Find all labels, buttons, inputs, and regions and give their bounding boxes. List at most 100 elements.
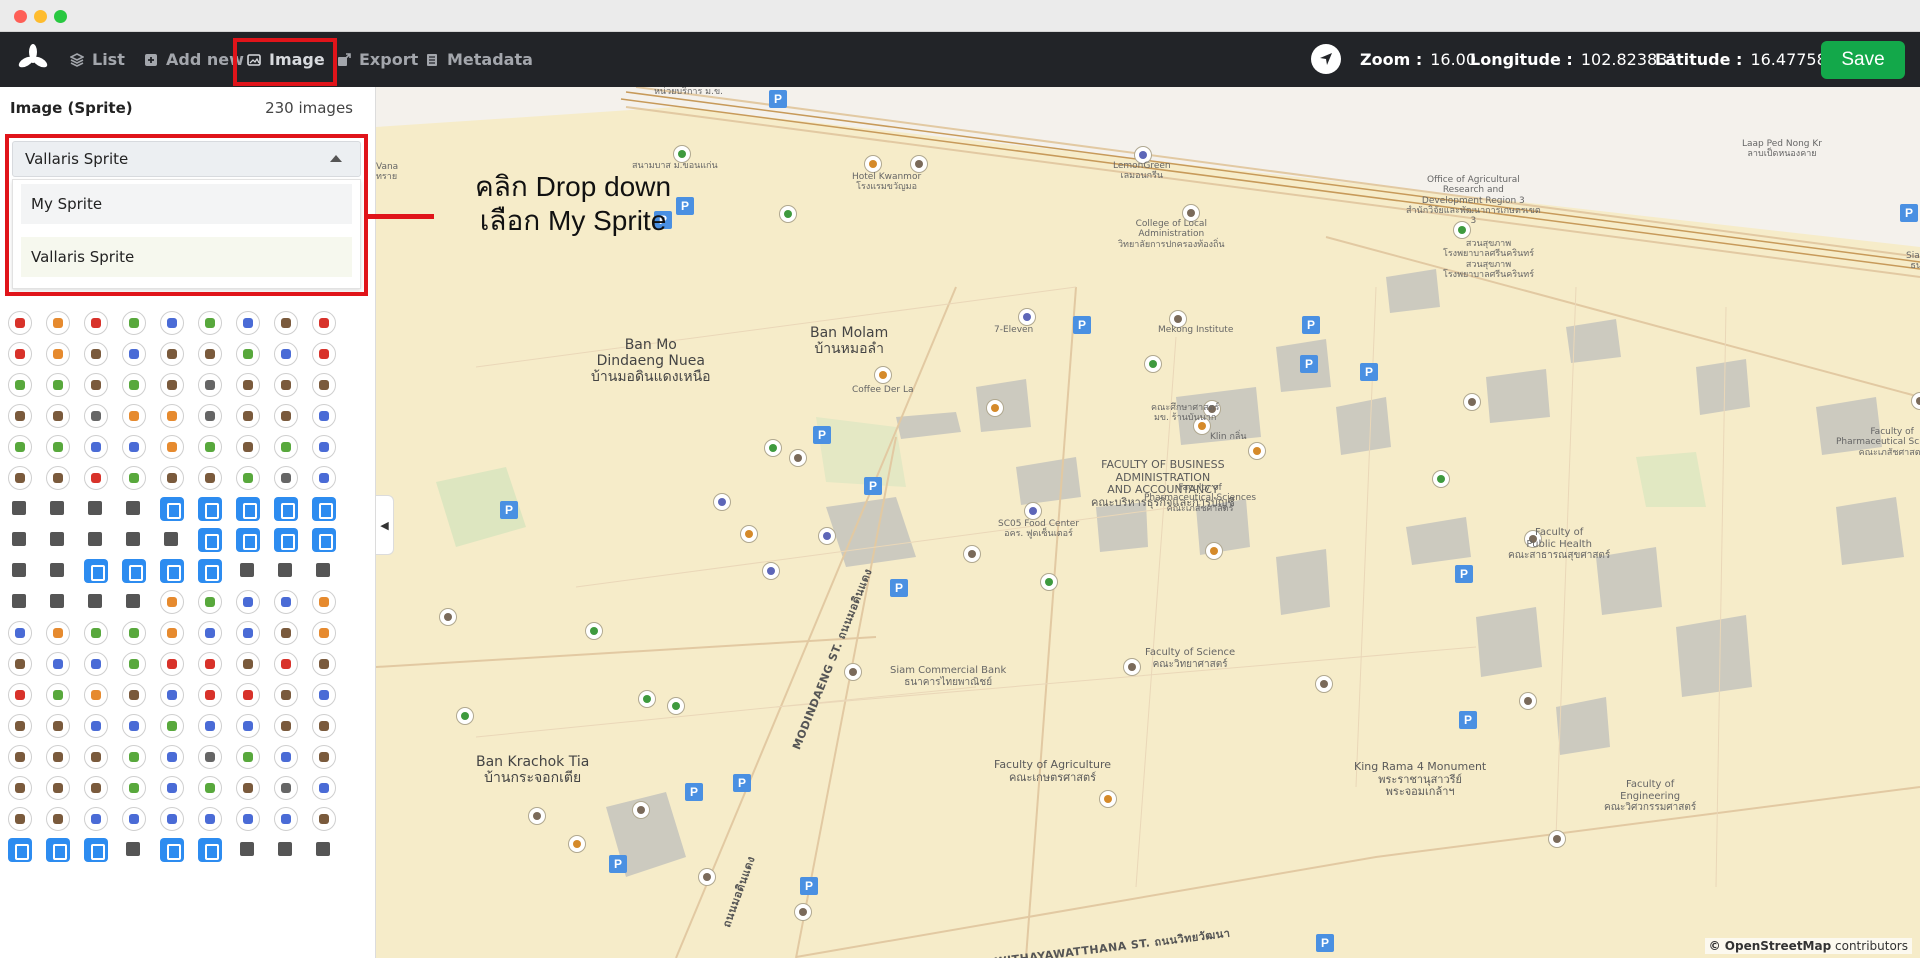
- sprite-icon[interactable]: [122, 404, 146, 428]
- parking-marker[interactable]: P: [813, 426, 831, 444]
- sprite-icon[interactable]: [84, 342, 108, 366]
- sprite-icon[interactable]: [198, 745, 222, 769]
- sprite-icon[interactable]: [160, 590, 184, 614]
- collapse-sidebar-button[interactable]: ◀: [376, 495, 394, 555]
- sprite-icon[interactable]: [236, 466, 260, 490]
- sprite-icon[interactable]: [236, 652, 260, 676]
- parking-marker[interactable]: P: [864, 477, 882, 495]
- sprite-icon[interactable]: [84, 652, 108, 676]
- sprite-icon[interactable]: [312, 528, 336, 552]
- restaurant-poi-icon[interactable]: [1099, 790, 1117, 808]
- sprite-icon[interactable]: [274, 621, 298, 645]
- sprite-icon[interactable]: [198, 776, 222, 800]
- sprite-icon[interactable]: [236, 776, 260, 800]
- sprite-icon[interactable]: [274, 745, 298, 769]
- sprite-icon[interactable]: [236, 404, 260, 428]
- sprite-icon[interactable]: [160, 528, 184, 552]
- park-poi-icon[interactable]: [1040, 573, 1058, 591]
- toolbar-metadata-button[interactable]: Metadata: [425, 32, 533, 87]
- sprite-icon[interactable]: [8, 807, 32, 831]
- sprite-icon[interactable]: [198, 435, 222, 459]
- parking-marker[interactable]: P: [769, 90, 787, 108]
- sprite-icon[interactable]: [198, 621, 222, 645]
- school-poi-icon[interactable]: [1463, 393, 1481, 411]
- sprite-icon[interactable]: [8, 652, 32, 676]
- sprite-icon[interactable]: [274, 807, 298, 831]
- sprite-icon[interactable]: [236, 590, 260, 614]
- sprite-icon[interactable]: [312, 559, 336, 583]
- sprite-icon[interactable]: [84, 590, 108, 614]
- sprite-icon[interactable]: [312, 683, 336, 707]
- parking-marker[interactable]: P: [685, 783, 703, 801]
- school-poi-icon[interactable]: [1315, 675, 1333, 693]
- poi-icon[interactable]: [1548, 830, 1566, 848]
- cafe-poi-icon[interactable]: [874, 366, 892, 384]
- sprite-icon[interactable]: [46, 559, 70, 583]
- save-button[interactable]: Save: [1821, 41, 1905, 79]
- sprite-icon[interactable]: [160, 559, 184, 583]
- sprite-icon[interactable]: [198, 590, 222, 614]
- poi-icon[interactable]: [439, 608, 457, 626]
- sprite-icon[interactable]: [274, 590, 298, 614]
- sprite-icon[interactable]: [46, 621, 70, 645]
- sprite-icon[interactable]: [84, 466, 108, 490]
- sprite-icon[interactable]: [122, 807, 146, 831]
- sprite-icon[interactable]: [46, 745, 70, 769]
- sprite-icon[interactable]: [84, 373, 108, 397]
- sprite-icon[interactable]: [198, 714, 222, 738]
- sprite-icon[interactable]: [160, 683, 184, 707]
- poi-icon[interactable]: [1519, 692, 1537, 710]
- sprite-icon[interactable]: [236, 559, 260, 583]
- sprite-icon[interactable]: [312, 466, 336, 490]
- sprite-icon[interactable]: [84, 435, 108, 459]
- restaurant-poi-icon[interactable]: [568, 835, 586, 853]
- sprite-icon[interactable]: [8, 342, 32, 366]
- poi-icon[interactable]: [528, 807, 546, 825]
- sprite-icon[interactable]: [122, 745, 146, 769]
- poi-icon[interactable]: [698, 868, 716, 886]
- sprite-icon[interactable]: [198, 466, 222, 490]
- sprite-icon[interactable]: [84, 714, 108, 738]
- parking-marker[interactable]: P: [1900, 204, 1918, 222]
- sprite-icon[interactable]: [312, 621, 336, 645]
- parking-marker[interactable]: P: [1316, 934, 1334, 952]
- parking-marker[interactable]: P: [609, 855, 627, 873]
- restaurant-poi-icon[interactable]: [986, 399, 1004, 417]
- sprite-icon[interactable]: [84, 311, 108, 335]
- sprite-icon[interactable]: [84, 807, 108, 831]
- sprite-icon[interactable]: [84, 776, 108, 800]
- sprite-icon[interactable]: [312, 838, 336, 862]
- sprite-icon[interactable]: [8, 466, 32, 490]
- parking-marker[interactable]: P: [800, 877, 818, 895]
- shop-poi-icon[interactable]: [1024, 502, 1042, 520]
- app-logo-icon[interactable]: [18, 44, 48, 74]
- sprite-icon[interactable]: [122, 311, 146, 335]
- locate-me-button[interactable]: [1311, 44, 1341, 74]
- sprite-icon[interactable]: [122, 652, 146, 676]
- minimize-window-button[interactable]: [34, 10, 47, 23]
- park-poi-icon[interactable]: [1432, 470, 1450, 488]
- sprite-icon[interactable]: [198, 342, 222, 366]
- parking-marker[interactable]: P: [1360, 363, 1378, 381]
- parking-marker[interactable]: P: [733, 774, 751, 792]
- sprite-icon[interactable]: [160, 311, 184, 335]
- parking-marker[interactable]: P: [1455, 565, 1473, 583]
- sprite-icon[interactable]: [274, 373, 298, 397]
- sprite-icon[interactable]: [274, 466, 298, 490]
- sprite-icon[interactable]: [46, 497, 70, 521]
- sprite-icon[interactable]: [122, 373, 146, 397]
- sprite-icon[interactable]: [312, 497, 336, 521]
- sprite-icon[interactable]: [122, 776, 146, 800]
- sprite-icon[interactable]: [122, 559, 146, 583]
- sprite-icon[interactable]: [198, 497, 222, 521]
- sprite-icon[interactable]: [312, 807, 336, 831]
- sprite-icon[interactable]: [160, 466, 184, 490]
- sprite-icon[interactable]: [8, 838, 32, 862]
- sprite-icon[interactable]: [312, 342, 336, 366]
- sprite-icon[interactable]: [8, 559, 32, 583]
- sprite-icon[interactable]: [46, 652, 70, 676]
- sprite-icon[interactable]: [8, 435, 32, 459]
- sprite-icon[interactable]: [46, 435, 70, 459]
- museum-poi-icon[interactable]: [789, 449, 807, 467]
- sprite-icon[interactable]: [46, 590, 70, 614]
